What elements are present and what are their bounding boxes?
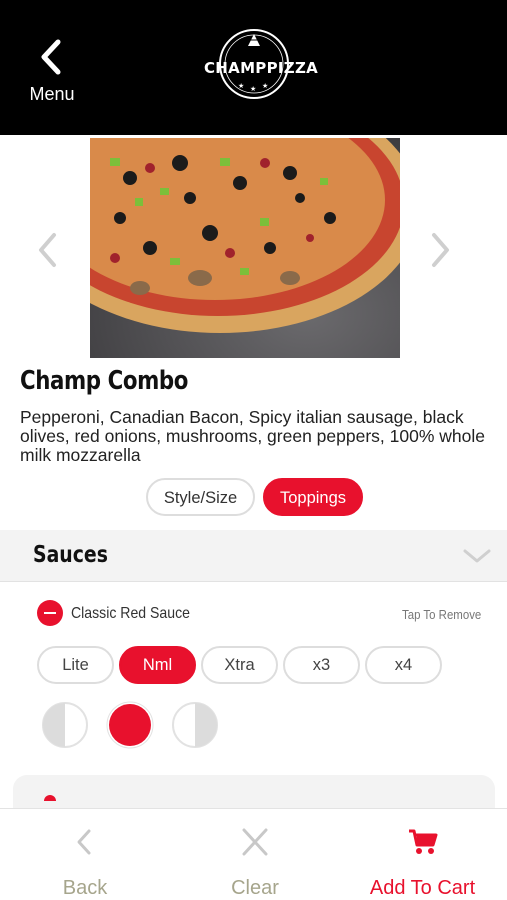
product-description: Pepperoni, Canadian Bacon, Spicy italian…	[20, 407, 485, 465]
champpizza-logo: ★ ★ ★ CHAMPPIZZA	[204, 26, 319, 100]
svg-text:★: ★	[250, 85, 256, 93]
chevron-down-icon	[463, 549, 491, 563]
option-tabs: Style/Size Toppings	[146, 478, 363, 516]
sauce-item: Classic Red Sauce Tap To Remove	[0, 596, 507, 632]
amount-xtra-button[interactable]: Xtra	[201, 646, 278, 684]
product-image-carousel	[0, 135, 507, 360]
remove-sauce-icon[interactable]	[37, 600, 63, 626]
clear-label: Clear	[231, 877, 279, 899]
amount-lite-button[interactable]: Lite	[37, 646, 114, 684]
menu-button[interactable]: Menu	[20, 38, 84, 108]
back-label: Back	[62, 877, 108, 899]
add-to-cart-button[interactable]: Add To Cart	[350, 809, 495, 900]
svg-text:★: ★	[238, 82, 244, 90]
next-topping-remove-icon	[44, 795, 56, 801]
pizza-image	[90, 138, 400, 358]
carousel-next-icon[interactable]	[425, 230, 455, 270]
chevron-left-icon	[77, 829, 91, 855]
chevron-left-icon	[41, 39, 61, 75]
bottom-action-bar: Back Clear Add To Cart	[0, 808, 507, 900]
section-title: Sauces	[33, 542, 108, 568]
tap-to-remove-link[interactable]: Tap To Remove	[402, 607, 481, 622]
left-half-coverage-icon[interactable]	[41, 701, 89, 749]
carousel-prev-icon[interactable]	[33, 230, 63, 270]
sauce-amount-options: Lite Nml Xtra x3 x4	[37, 646, 442, 684]
menu-label: Menu	[29, 84, 75, 104]
add-to-cart-label: Add To Cart	[369, 877, 476, 899]
amount-x3-button[interactable]: x3	[283, 646, 360, 684]
sauces-section-header[interactable]: Sauces	[0, 530, 507, 582]
product-title: Champ Combo	[20, 366, 189, 396]
tab-toppings[interactable]: Toppings	[263, 478, 363, 516]
amount-x4-button[interactable]: x4	[365, 646, 442, 684]
tab-style-size[interactable]: Style/Size	[146, 478, 255, 516]
logo-text: CHAMPPIZZA	[204, 59, 319, 77]
close-icon	[242, 828, 268, 856]
whole-coverage-icon[interactable]	[106, 701, 154, 749]
shopping-cart-icon	[408, 829, 437, 854]
amount-nml-button[interactable]: Nml	[119, 646, 196, 684]
clear-button[interactable]: Clear	[210, 809, 300, 900]
back-button[interactable]: Back	[40, 809, 130, 900]
app-header: Menu ★ ★ ★ CHAMPPIZZA	[0, 0, 507, 135]
sauce-name: Classic Red Sauce	[71, 605, 190, 622]
svg-text:★: ★	[262, 82, 268, 90]
right-half-coverage-icon[interactable]	[171, 701, 219, 749]
